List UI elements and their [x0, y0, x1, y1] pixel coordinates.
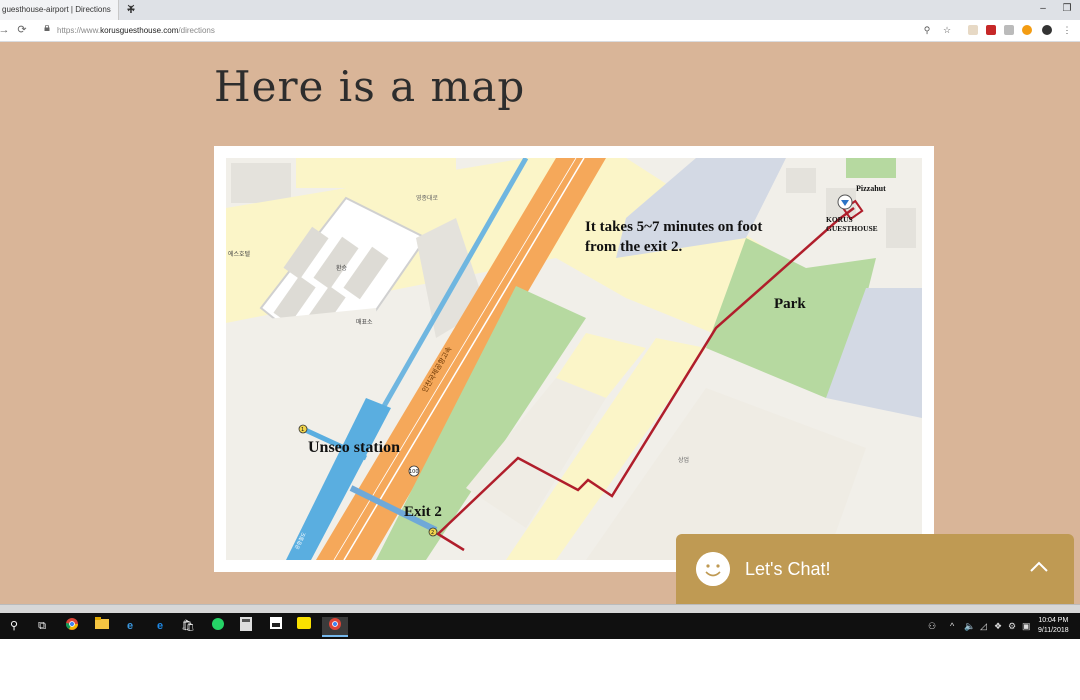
zoom-icon[interactable]: ⚲	[922, 25, 932, 35]
directions-map: It takes 5~7 minutes on foot from the ex…	[226, 158, 922, 560]
volume-icon[interactable]: 🔈	[964, 619, 975, 633]
address-bar[interactable]: https://www.korusguesthouse.com/directio…	[57, 20, 215, 41]
chevron-up-icon[interactable]	[1028, 558, 1050, 574]
reload-icon[interactable]: ⟳	[16, 23, 28, 37]
map-korean-label: 영종대로	[416, 194, 439, 202]
map-card: It takes 5~7 minutes on foot from the ex…	[214, 146, 934, 572]
new-tab-button[interactable]: +	[124, 2, 138, 16]
map-note-line2: from the exit 2.	[585, 239, 682, 255]
browser-tab[interactable]: guesthouse-airport | Directions	[0, 0, 119, 20]
star-icon[interactable]: ☆	[942, 25, 952, 35]
blank-area	[0, 639, 1080, 700]
map-note-line1: It takes 5~7 minutes on foot	[585, 219, 762, 235]
minimize-icon[interactable]: –	[1036, 2, 1050, 16]
calculator-icon[interactable]	[238, 617, 254, 635]
extension-orange-icon[interactable]	[1022, 25, 1032, 35]
page-content: Here is a map It takes 5~7 minutes on fo…	[0, 42, 1080, 604]
url-prefix: https://www.	[57, 26, 101, 35]
clock-time: 10:04 PM	[1038, 617, 1069, 624]
restore-icon[interactable]: ❐	[1060, 2, 1074, 16]
map-station-marker: 1	[301, 427, 304, 433]
network-icon[interactable]: ◿	[980, 619, 987, 633]
map-road-sign: 100	[409, 469, 419, 475]
menu-icon[interactable]: ⋮	[1062, 25, 1072, 35]
extension-red-icon[interactable]	[986, 25, 996, 35]
extension-icon[interactable]	[968, 25, 978, 35]
store-icon[interactable]: 🛍	[180, 617, 196, 635]
tab-title: guesthouse-airport | Directions	[2, 5, 111, 14]
ie-icon[interactable]: e	[122, 617, 138, 635]
tab-strip: guesthouse-airport | Directions ✕ + – ❐	[0, 0, 1080, 20]
map-korean-label: 매표소	[356, 318, 373, 326]
task-view-icon[interactable]: ⧉	[34, 617, 50, 635]
keyboard-icon[interactable]: ▣	[1022, 619, 1031, 633]
kakaotalk-icon[interactable]	[296, 617, 312, 635]
sticky-notes-icon[interactable]	[268, 617, 284, 635]
extension-dark-icon[interactable]	[1042, 25, 1052, 35]
chat-widget[interactable]: Let's Chat!	[676, 534, 1074, 604]
dropbox-icon[interactable]: ❖	[994, 619, 1002, 633]
url-domain: korusguesthouse.com	[100, 26, 179, 35]
url-path: /directions	[178, 26, 215, 35]
map-exit-marker: 2	[431, 530, 434, 536]
people-icon[interactable]: ⚇	[928, 619, 936, 633]
extension-grey-icon[interactable]	[1004, 25, 1014, 35]
file-explorer-icon[interactable]	[94, 617, 110, 635]
search-icon[interactable]: ⚲	[6, 617, 22, 635]
chevron-up-tray-icon[interactable]: ^	[950, 619, 954, 633]
map-guesthouse-line2: GUESTHOUSE	[826, 224, 878, 233]
map-park-label: Park	[774, 296, 806, 312]
settings-icon[interactable]: ⚙	[1008, 619, 1016, 633]
map-korean-label: 에스호텔	[228, 250, 251, 258]
chrome-icon[interactable]	[64, 617, 80, 635]
page-title: Here is a map	[214, 62, 526, 111]
map-station-label: Unseo station	[308, 439, 400, 456]
map-guesthouse-line1: KORUS	[826, 215, 853, 224]
map-korean-label: 환승	[336, 264, 348, 272]
clock-date: 9/11/2018	[1038, 627, 1069, 634]
system-clock[interactable]: 10:04 PM 9/11/2018	[1038, 616, 1069, 636]
chrome-active-icon[interactable]	[322, 617, 348, 637]
whatsapp-icon[interactable]	[210, 617, 226, 635]
map-korean-label: 상업	[678, 456, 689, 464]
browser-toolbar: → ⟳ https://www.korusguesthouse.com/dire…	[0, 20, 1080, 42]
smiley-icon	[696, 552, 730, 586]
back-arrow-icon[interactable]: →	[0, 23, 10, 37]
windows-taskbar: ⚲ ⧉ e e 🛍 ⚇ ^ 🔈 ◿ ❖ ⚙ ▣ 10:04 PM 9/11/20…	[0, 613, 1080, 639]
map-pizza-label: Pizzahut	[856, 184, 886, 193]
map-exit-label: Exit 2	[404, 504, 442, 520]
edge-icon[interactable]: e	[152, 617, 168, 635]
chat-label: Let's Chat!	[745, 559, 831, 579]
lock-icon	[44, 25, 50, 31]
